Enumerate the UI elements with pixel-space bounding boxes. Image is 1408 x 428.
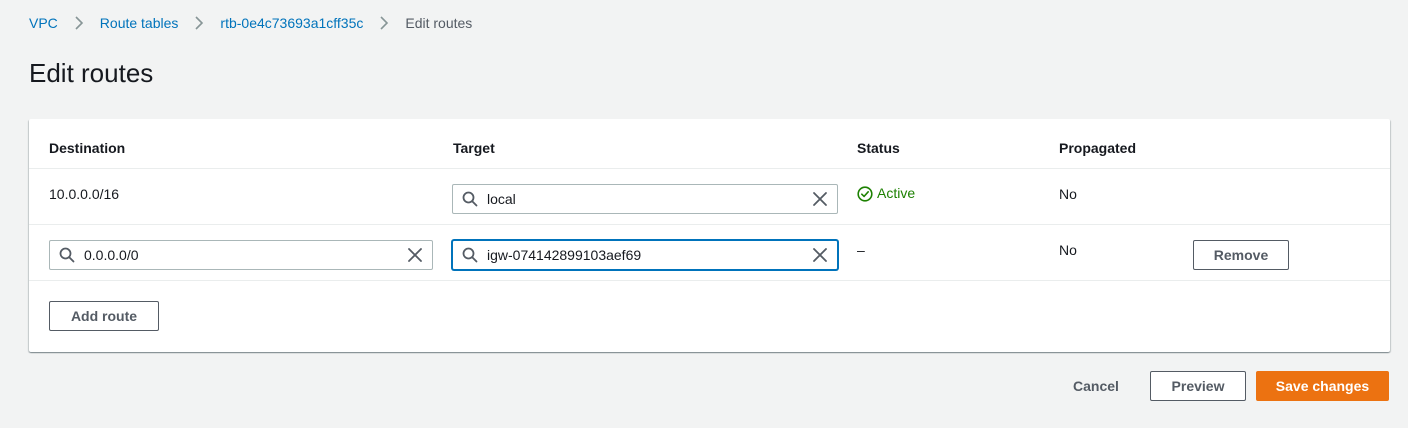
propagated-value: No [1059,242,1077,258]
destination-input[interactable]: 0.0.0.0/0 [49,240,433,270]
routes-table-panel: Destination Target Status Propagated 10.… [29,119,1390,352]
status-label: Active [877,185,916,201]
preview-button[interactable]: Preview [1150,371,1246,401]
search-icon [59,247,75,263]
destination-value: 10.0.0.0/16 [49,186,120,202]
check-circle-icon [857,185,873,202]
target-input[interactable]: local [452,184,838,214]
divider [29,280,1390,281]
remove-button[interactable]: Remove [1193,240,1289,270]
cancel-button[interactable]: Cancel [1062,371,1130,401]
close-icon[interactable] [406,246,424,264]
column-header-target: Target [453,140,495,156]
chevron-right-icon [58,13,100,33]
destination-input-value: 0.0.0.0/0 [84,247,139,263]
divider [29,224,1390,225]
close-icon[interactable] [811,190,829,208]
column-header-status: Status [857,140,900,156]
breadcrumb-current: Edit routes [405,15,473,31]
save-changes-button[interactable]: Save changes [1256,371,1389,401]
divider [29,168,1390,169]
status-value: – [857,242,865,258]
column-header-destination: Destination [49,140,126,156]
search-icon [462,247,478,263]
propagated-value: No [1059,186,1077,202]
target-input-value: local [487,191,516,207]
breadcrumb-link-route-table-id[interactable]: rtb-0e4c73693a1cff35c [220,15,363,31]
status-badge: Active [857,185,915,202]
breadcrumb-link-vpc[interactable]: VPC [29,15,58,31]
breadcrumb-link-route-tables[interactable]: Route tables [100,15,179,31]
target-input[interactable]: igw-074142899103aef69 [452,240,838,270]
chevron-right-icon [178,13,220,33]
close-icon[interactable] [811,246,829,264]
page-title: Edit routes [29,58,154,88]
target-input-value: igw-074142899103aef69 [487,247,642,263]
column-header-propagated: Propagated [1059,140,1137,156]
add-route-button[interactable]: Add route [49,301,159,331]
chevron-right-icon [363,13,405,33]
search-icon [462,191,478,207]
breadcrumb: VPC Route tables rtb-0e4c73693a1cff35c E… [29,13,472,33]
